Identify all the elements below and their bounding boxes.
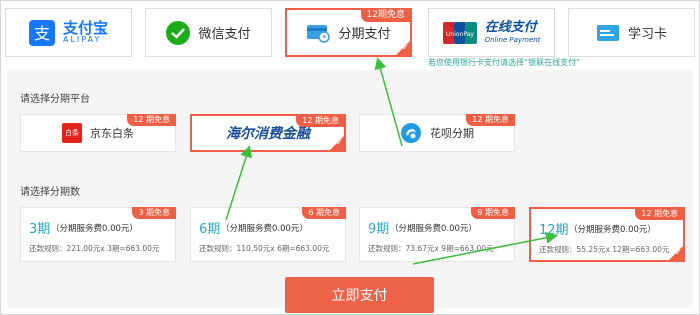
pay-method-unionpay[interactable]: UnionPay 在线支付 Online Payment <box>428 8 555 57</box>
wechat-pay-icon <box>166 20 191 45</box>
installment-label: 分期支付 <box>338 27 391 42</box>
installment-badge: 6 期免息 <box>302 207 346 219</box>
installment-rule: 还款规则：55.25元x 12期=663.00元 <box>539 245 670 254</box>
unionpay-sublabel: Online Payment <box>484 35 541 44</box>
selected-check-icon <box>668 245 684 261</box>
installment-rule: 还款规则：73.67元x 9期=663.00元 <box>368 244 494 253</box>
installment-fee: （分期服务费0.00元） <box>569 225 656 235</box>
svg-text:支: 支 <box>34 24 50 43</box>
alipay-label: 支付宝 <box>62 18 108 37</box>
installment-count: 6期 <box>199 222 221 237</box>
platform-badge: 12 期免息 <box>466 114 515 126</box>
installment-card-icon <box>306 23 331 43</box>
svg-text:UnionPay: UnionPay <box>446 31 474 38</box>
installment-badge: 12 期免息 <box>635 208 684 220</box>
installment-rule: 还款规则：221.00元x 3期=663.00元 <box>29 244 160 253</box>
platform-jd[interactable]: 12 期免息 白条 京东白条 <box>20 114 176 152</box>
alipay-icon: 支 <box>28 19 55 46</box>
unionpay-label: 在线支付 <box>484 20 537 35</box>
installment-badge: 3 期免息 <box>132 207 176 219</box>
installment-count: 3期 <box>29 222 51 237</box>
haier-consumer-finance-logo: 海尔消费金融 <box>226 126 310 142</box>
unionpay-logo-icon: UnionPay <box>442 21 477 44</box>
platform-label: 花呗分期 <box>430 127 474 140</box>
installment-panel <box>7 70 693 308</box>
installment-option-3[interactable]: 3 期免息 3期 （分期服务费0.00元） 还款规则：221.00元x 3期=6… <box>20 207 176 262</box>
studycard-label: 学习卡 <box>627 27 667 42</box>
installment-option-6[interactable]: 6 期免息 6期 （分期服务费0.00元） 还款规则：110.50元x 6期=6… <box>190 207 346 262</box>
platform-haier[interactable]: 12 期免息 海尔消费金融 <box>190 114 346 152</box>
installment-badge: 9 期免息 <box>471 207 515 219</box>
study-card-icon <box>596 24 620 42</box>
pay-method-alipay[interactable]: 支 支付宝 ALIPAY <box>5 8 132 57</box>
installment-badge: 12期免息 <box>360 9 411 22</box>
platform-badge: 12 期免息 <box>127 114 176 126</box>
installment-option-9[interactable]: 9 期免息 9期 （分期服务费0.00元） 还款规则：73.67元x 9期=66… <box>359 207 515 262</box>
selected-check-icon <box>329 135 345 151</box>
pay-method-wechat[interactable]: 微信支付 <box>145 8 272 57</box>
installment-count: 9期 <box>368 222 390 237</box>
platform-section-label: 请选择分期平台 <box>20 94 90 105</box>
installment-count: 12期 <box>539 223 569 238</box>
installment-fee: （分期服务费0.00元） <box>51 224 138 234</box>
alipay-sublabel: ALIPAY <box>62 35 102 45</box>
selected-check-icon <box>395 40 411 56</box>
platform-label: 京东白条 <box>90 127 134 140</box>
installment-rule: 还款规则：110.50元x 6期=663.00元 <box>199 244 330 253</box>
pay-now-button[interactable]: 立即支付 <box>285 277 434 313</box>
installment-option-12[interactable]: 12 期免息 12期 （分期服务费0.00元） 还款规则：55.25元x 12期… <box>529 207 685 262</box>
installment-fee: （分期服务费0.00元） <box>221 224 308 234</box>
platform-huabei[interactable]: 12 期免息 花呗分期 <box>359 114 515 152</box>
pay-method-studycard[interactable]: 学习卡 <box>568 8 695 57</box>
pay-method-installment[interactable]: 12期免息 分期支付 <box>285 8 412 57</box>
installment-section-label: 请选择分期数 <box>20 187 80 198</box>
unionpay-tip: 若您使用银行卡支付请选择“银联在线支付” <box>428 58 581 67</box>
jd-baitiao-icon: 白条 <box>62 123 82 143</box>
installment-fee: （分期服务费0.00元） <box>390 224 477 234</box>
wechat-label: 微信支付 <box>198 27 251 42</box>
platform-badge: 12 期免息 <box>296 115 345 127</box>
huabei-icon <box>400 122 422 144</box>
jd-logo-text: 白条 <box>65 129 79 137</box>
